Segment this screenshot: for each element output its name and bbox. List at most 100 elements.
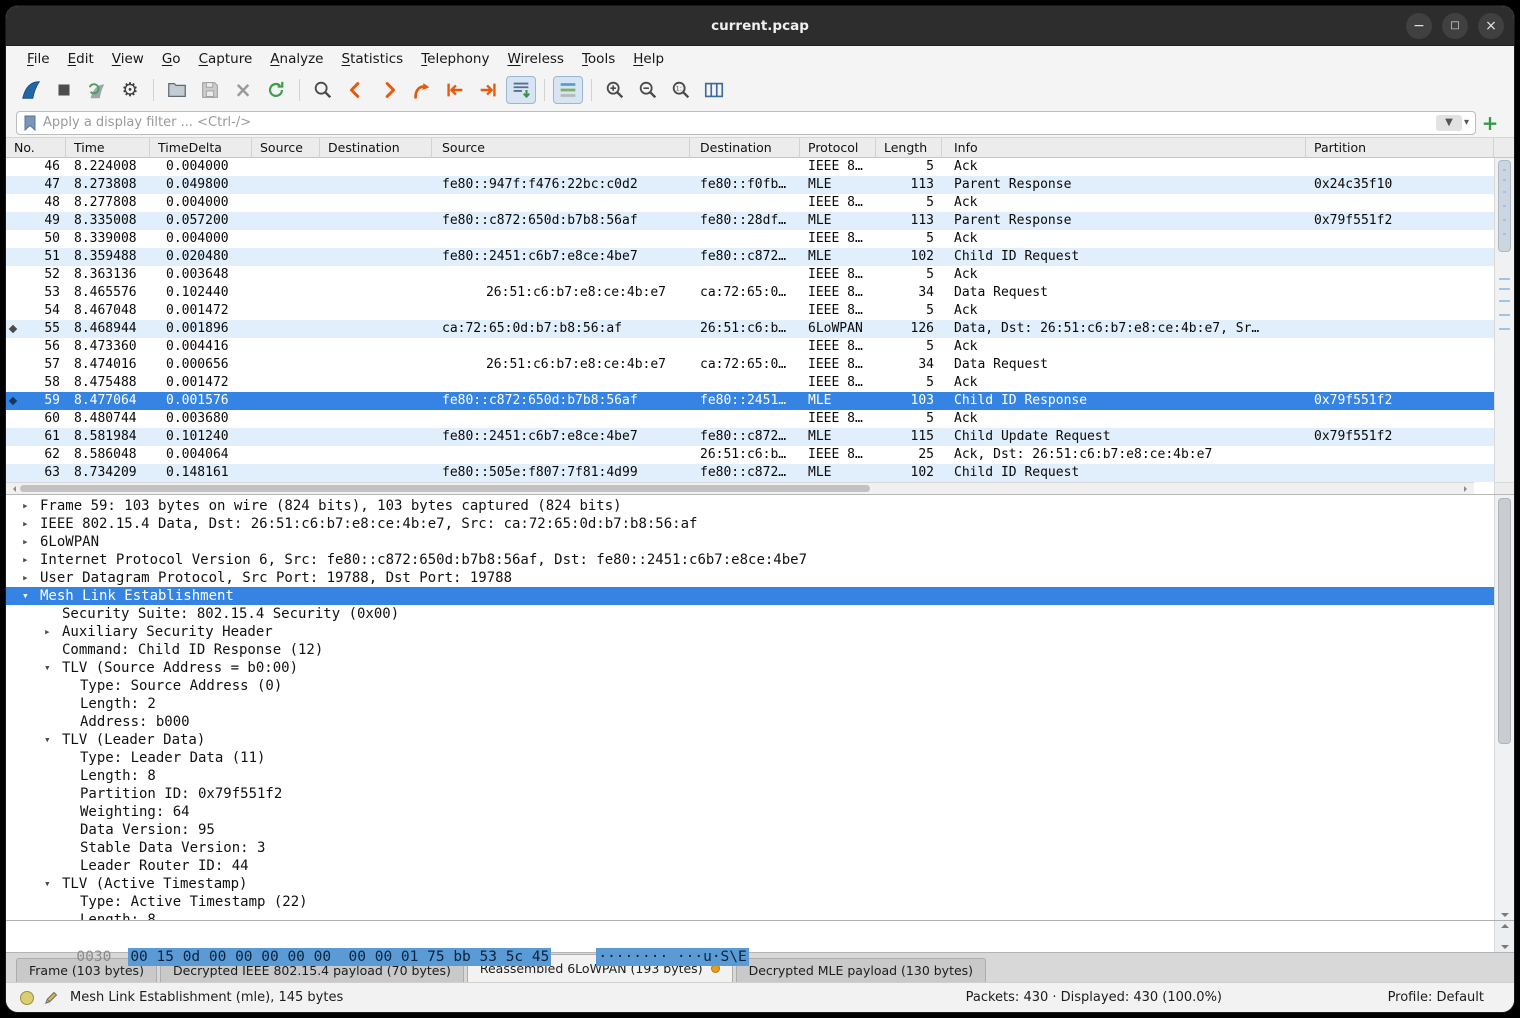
stop-capture-icon[interactable] (49, 76, 79, 104)
go-last-packet-icon[interactable] (473, 76, 503, 104)
detail-line[interactable]: Partition ID: 0x79f551f2 (6, 785, 1494, 803)
packet-row-55[interactable]: 558.4689440.001896ca:72:65:0d:b7:b8:56:a… (6, 320, 1494, 338)
maximize-button[interactable]: □ (1442, 13, 1468, 39)
packet-row-54[interactable]: 548.4670480.001472IEEE 8…5Ack (6, 302, 1494, 320)
expander-closed-icon[interactable]: ▸ (22, 533, 29, 551)
expander-closed-icon[interactable]: ▸ (22, 497, 29, 515)
detail-line[interactable]: ▸IEEE 802.15.4 Data, Dst: 26:51:c6:b7:e8… (6, 515, 1494, 533)
packet-row-60[interactable]: 608.4807440.003680IEEE 8…5Ack (6, 410, 1494, 428)
detail-line[interactable]: ▾TLV (Source Address = b0:00) (6, 659, 1494, 677)
reload-file-icon[interactable] (261, 76, 291, 104)
close-button[interactable]: × (1478, 13, 1504, 39)
menu-analyze[interactable]: Analyze (261, 49, 332, 69)
menu-help[interactable]: Help (624, 49, 673, 69)
column-header-no[interactable]: No. (6, 138, 66, 158)
colorize-packets-icon[interactable] (553, 76, 583, 104)
capture-options-icon[interactable]: ⚙ (115, 76, 145, 104)
detail-line[interactable]: ▾Mesh Link Establishment (6, 587, 1494, 605)
menu-view[interactable]: View (103, 49, 153, 69)
packet-row-62[interactable]: 628.5860480.00406426:51:c6:b…IEEE 8…25Ac… (6, 446, 1494, 464)
detail-line[interactable]: Command: Child ID Response (12) (6, 641, 1494, 659)
detail-line[interactable]: ▾TLV (Active Timestamp) (6, 875, 1494, 893)
close-file-icon[interactable]: × (228, 76, 258, 104)
open-file-icon[interactable] (162, 76, 192, 104)
column-header-time[interactable]: Time (66, 138, 150, 158)
expander-open-icon[interactable]: ▾ (44, 731, 51, 749)
filter-dropdown-icon[interactable]: ▾ (1464, 117, 1469, 128)
expander-closed-icon[interactable]: ▸ (22, 569, 29, 587)
display-filter-input[interactable]: Apply a display filter ... <Ctrl-/> ▼ ▾ (16, 111, 1476, 135)
auto-scroll-icon[interactable] (506, 76, 536, 104)
capture-comment-icon[interactable] (44, 990, 59, 1005)
scroll-down-arrow-icon[interactable] (1501, 945, 1509, 949)
hex-row[interactable]: 003000 15 0d 00 00 00 00 00 00 00 01 75 … (24, 926, 749, 947)
restart-capture-icon[interactable] (82, 76, 112, 104)
find-packet-icon[interactable] (308, 76, 338, 104)
detail-line[interactable]: ▸6LoWPAN (6, 533, 1494, 551)
column-header-part[interactable]: Partition (1306, 138, 1494, 158)
column-header-info[interactable]: Info (942, 138, 1306, 158)
scroll-down-arrow-icon[interactable] (1501, 913, 1509, 917)
go-to-packet-icon[interactable] (407, 76, 437, 104)
packet-list-vscrollbar[interactable] (1494, 158, 1514, 482)
detail-line[interactable]: Security Suite: 802.15.4 Security (0x00) (6, 605, 1494, 623)
expander-closed-icon[interactable]: ▸ (44, 623, 51, 641)
scroll-up-arrow-icon[interactable] (1501, 924, 1509, 928)
scrollbar-thumb[interactable] (1498, 498, 1511, 744)
column-header-src2[interactable]: Source (432, 138, 690, 158)
packet-row-47[interactable]: 478.2738080.049800fe80::947f:f476:22bc:c… (6, 176, 1494, 194)
go-forward-icon[interactable] (374, 76, 404, 104)
column-header-len[interactable]: Length (876, 138, 942, 158)
scroll-right-arrow-icon[interactable] (1464, 486, 1470, 492)
detail-line[interactable]: ▸Auxiliary Security Header (6, 623, 1494, 641)
menu-tools[interactable]: Tools (573, 49, 624, 69)
expert-info-icon[interactable] (20, 991, 34, 1005)
detail-line[interactable]: Leader Router ID: 44 (6, 857, 1494, 875)
start-capture-icon[interactable] (16, 76, 46, 104)
packet-row-49[interactable]: 498.3350080.057200fe80::c872:650d:b7b8:5… (6, 212, 1494, 230)
packet-row-51[interactable]: 518.3594880.020480fe80::2451:c6b7:e8ce:4… (6, 248, 1494, 266)
column-header-dst1[interactable]: Destination (320, 138, 432, 158)
detail-line[interactable]: Length: 8 (6, 911, 1494, 920)
packet-row-50[interactable]: 508.3390080.004000IEEE 8…5Ack (6, 230, 1494, 248)
menu-go[interactable]: Go (153, 49, 190, 69)
menu-file[interactable]: File (18, 49, 59, 69)
details-vscrollbar[interactable] (1494, 495, 1514, 920)
menu-statistics[interactable]: Statistics (332, 49, 412, 69)
packet-row-61[interactable]: 618.5819840.101240fe80::2451:c6b7:e8ce:4… (6, 428, 1494, 446)
column-header-proto[interactable]: Protocol (800, 138, 876, 158)
detail-line[interactable]: ▸User Datagram Protocol, Src Port: 19788… (6, 569, 1494, 587)
packet-row-63[interactable]: 638.7342090.148161fe80::505e:f807:7f81:4… (6, 464, 1494, 482)
zoom-in-icon[interactable] (600, 76, 630, 104)
detail-line[interactable]: ▸Frame 59: 103 bytes on wire (824 bits),… (6, 497, 1494, 515)
packet-row-59[interactable]: 598.4770640.001576fe80::c872:650d:b7b8:5… (6, 392, 1494, 410)
detail-line[interactable]: Address: b000 (6, 713, 1494, 731)
expander-open-icon[interactable]: ▾ (44, 875, 51, 893)
menu-edit[interactable]: Edit (59, 49, 103, 69)
expander-open-icon[interactable]: ▾ (44, 659, 51, 677)
packet-list-hscrollbar[interactable] (6, 482, 1474, 494)
column-header-delta[interactable]: TimeDelta (150, 138, 252, 158)
scrollbar-thumb[interactable] (1498, 160, 1511, 252)
packet-row-52[interactable]: 528.3631360.003648IEEE 8…5Ack (6, 266, 1494, 284)
detail-line[interactable]: Type: Active Timestamp (22) (6, 893, 1494, 911)
menu-capture[interactable]: Capture (190, 49, 262, 69)
zoom-original-icon[interactable]: 1:1 (666, 76, 696, 104)
hex-ascii[interactable]: ········ ···u·S\E (596, 948, 748, 966)
column-header-src1[interactable]: Source (252, 138, 320, 158)
resize-columns-icon[interactable] (699, 76, 729, 104)
save-file-icon[interactable] (195, 76, 225, 104)
zoom-out-icon[interactable] (633, 76, 663, 104)
hex-bytes[interactable]: 00 15 0d 00 00 00 00 00 00 00 01 75 bb 5… (128, 948, 551, 966)
go-back-icon[interactable] (341, 76, 371, 104)
detail-line[interactable]: ▸Internet Protocol Version 6, Src: fe80:… (6, 551, 1494, 569)
menu-wireless[interactable]: Wireless (498, 49, 573, 69)
filter-bookmark-icon[interactable] (23, 115, 37, 131)
detail-line[interactable]: Stable Data Version: 3 (6, 839, 1494, 857)
scroll-left-arrow-icon[interactable] (10, 486, 16, 492)
packet-row-58[interactable]: 588.4754880.001472IEEE 8…5Ack (6, 374, 1494, 392)
packet-row-56[interactable]: 568.4733600.004416IEEE 8…5Ack (6, 338, 1494, 356)
expander-open-icon[interactable]: ▾ (22, 587, 29, 605)
packet-row-46[interactable]: 468.2240080.004000IEEE 8…5Ack (6, 158, 1494, 176)
minimize-button[interactable]: − (1406, 13, 1432, 39)
